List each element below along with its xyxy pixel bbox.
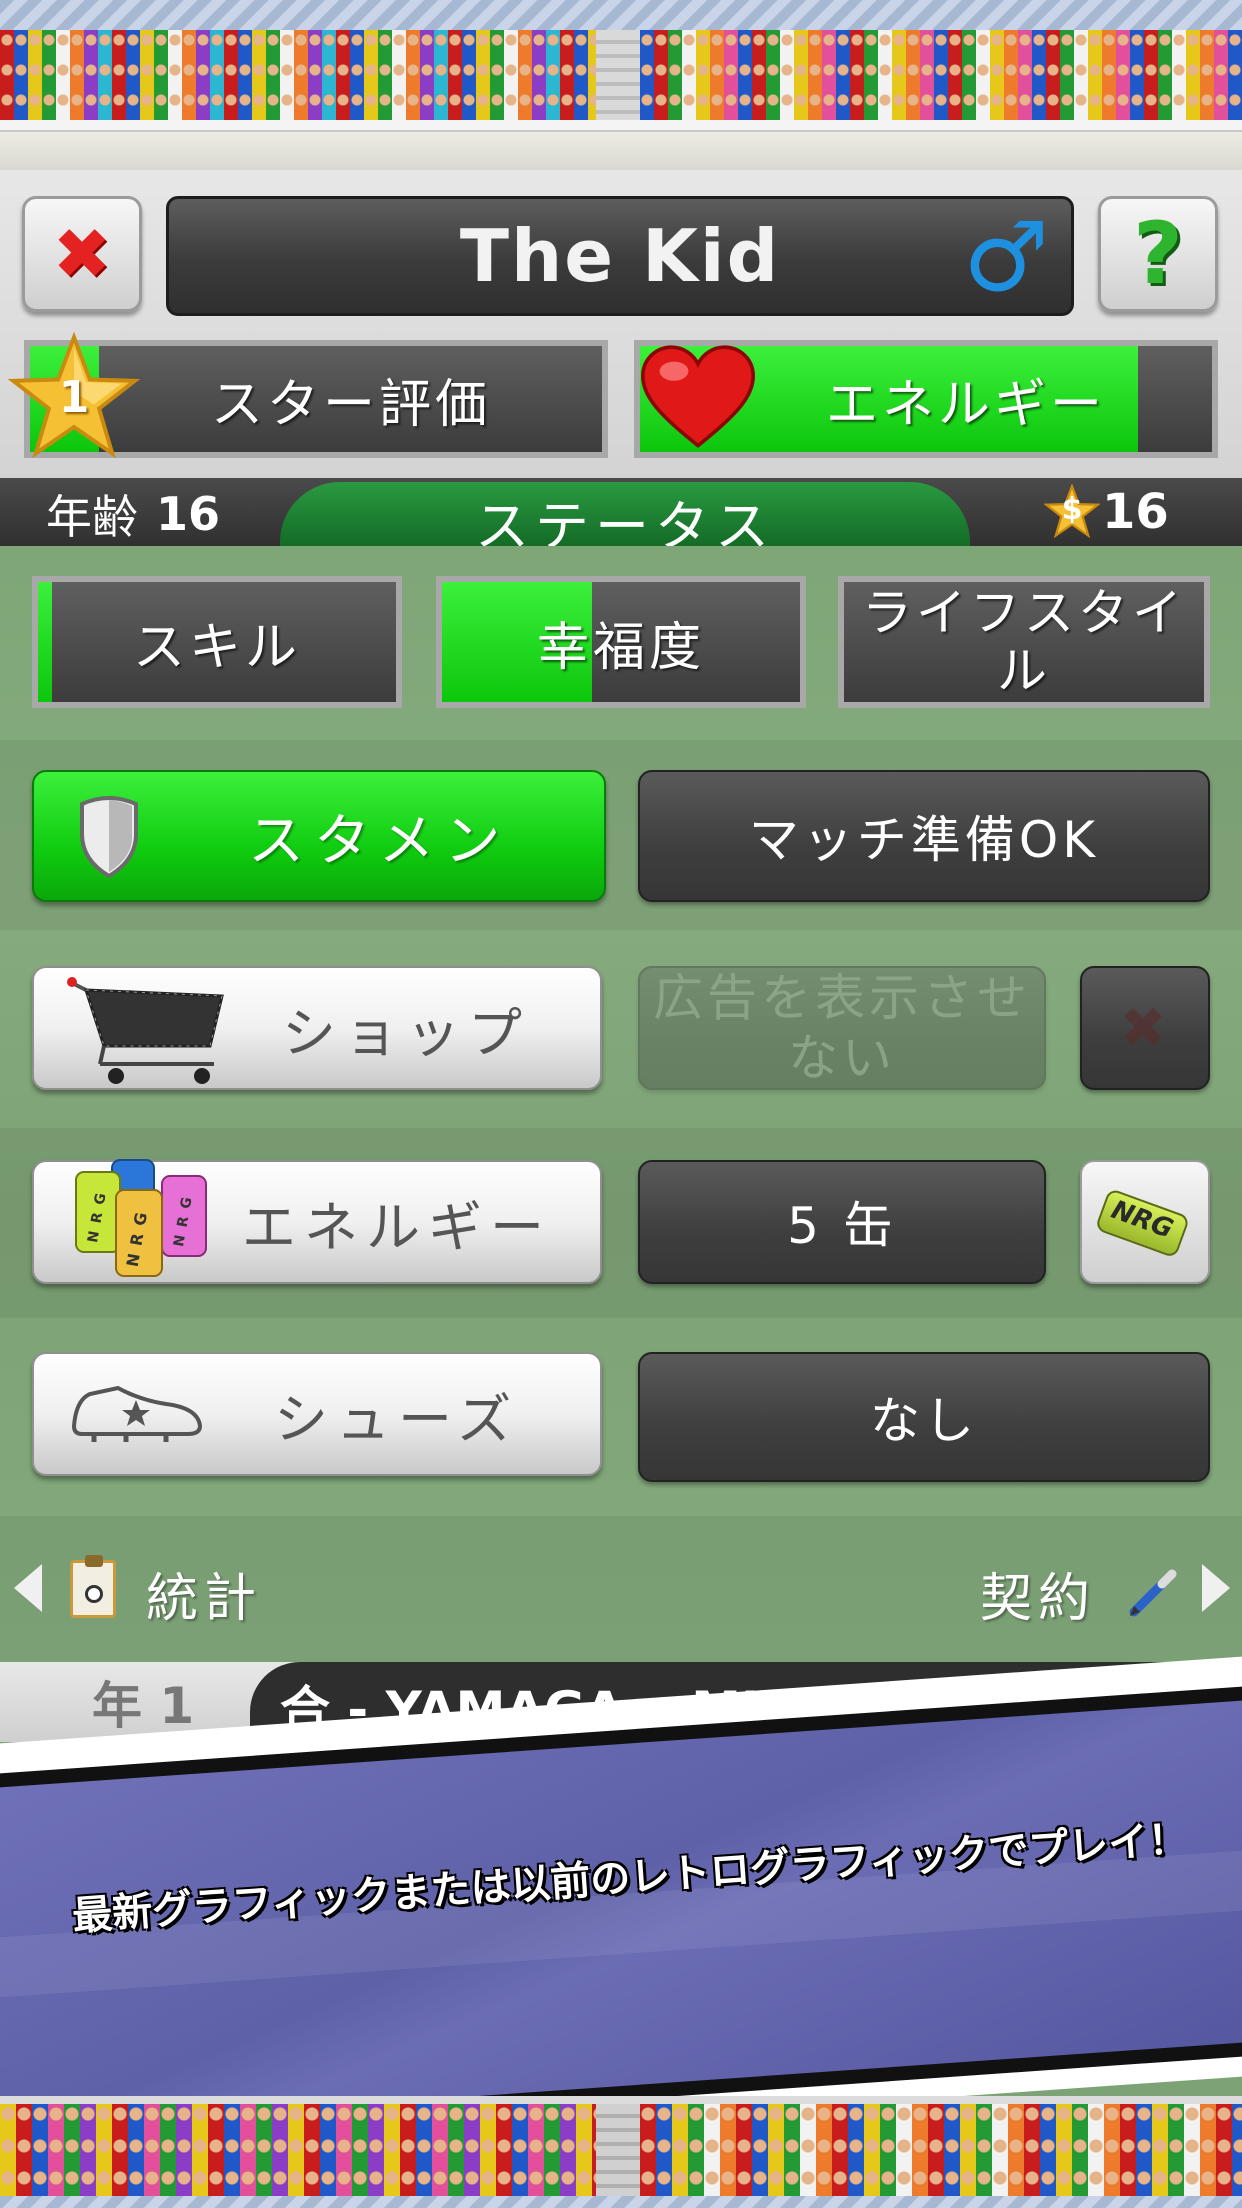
skill-meter[interactable]: スキル bbox=[32, 576, 402, 708]
starter-label: スタメン bbox=[248, 808, 511, 874]
close-icon: ✖ bbox=[1119, 995, 1171, 1061]
energy-drink-button[interactable]: NRG NRG NRG エネルギー bbox=[32, 1159, 602, 1284]
bottom-crowd-left bbox=[0, 2104, 596, 2200]
use-energy-drink-button[interactable]: NRG bbox=[1080, 1160, 1210, 1284]
shop-label: ショップ bbox=[282, 1001, 530, 1065]
energy-cans-icon: NRG NRG NRG bbox=[70, 1156, 230, 1284]
male-icon: ♂ bbox=[962, 201, 1049, 313]
match-ready-label: マッチ準備OK bbox=[748, 811, 1100, 869]
no-ads-close-button[interactable]: ✖ bbox=[1080, 966, 1210, 1090]
star-icon: 1 bbox=[7, 331, 141, 464]
lifestyle-meter-label: ライフスタイ ル bbox=[844, 582, 1204, 702]
top-crowd-roof bbox=[0, 0, 1242, 30]
energy-drink-label: エネルギー bbox=[242, 1195, 552, 1259]
energy-drink-count: 5 缶 bbox=[638, 1160, 1046, 1284]
contract-label: 契約 bbox=[980, 1568, 1097, 1629]
age-value: 16 bbox=[156, 487, 221, 541]
ticker-year: 年 1 bbox=[92, 1677, 195, 1735]
shop-button[interactable]: ショップ bbox=[32, 966, 602, 1090]
stats-link[interactable]: 統計 bbox=[146, 1558, 263, 1629]
happiness-meter-label: 幸福度 bbox=[536, 617, 705, 678]
match-ready-button[interactable]: マッチ準備OK bbox=[638, 770, 1210, 902]
top-crowd bbox=[0, 0, 1242, 170]
lifestyle-label-line2: ル bbox=[997, 642, 1051, 700]
pitch-background bbox=[0, 546, 1242, 1666]
pen-icon bbox=[1126, 1566, 1180, 1620]
starter-button[interactable]: スタメン bbox=[32, 770, 606, 902]
lifestyle-label-line1: ライフスタイ bbox=[862, 584, 1186, 642]
lifestyle-meter[interactable]: ライフスタイ ル bbox=[838, 576, 1210, 708]
energy-drink-count-value: 5 缶 bbox=[787, 1197, 897, 1255]
shoes-value: なし bbox=[870, 1392, 978, 1450]
tab-status[interactable]: ステータス bbox=[280, 482, 970, 558]
star-coin-icon: $ bbox=[1043, 483, 1101, 540]
clipboard-icon bbox=[70, 1555, 116, 1618]
prev-arrow-button[interactable] bbox=[14, 1564, 42, 1612]
top-crowd-rail bbox=[0, 120, 1242, 132]
top-separator bbox=[0, 132, 1242, 170]
football-boot-icon bbox=[70, 1380, 206, 1450]
shopping-cart-icon bbox=[64, 976, 234, 1086]
money-symbol: $ bbox=[1061, 492, 1083, 527]
shoes-label: シューズ bbox=[274, 1387, 520, 1451]
stats-label: 統計 bbox=[146, 1568, 263, 1629]
star-rating-value: 1 bbox=[58, 372, 90, 423]
close-button[interactable]: ✖ bbox=[22, 196, 142, 312]
next-arrow-button[interactable] bbox=[1202, 1564, 1230, 1612]
money-display: $ 16 bbox=[1043, 478, 1169, 546]
happiness-meter[interactable]: 幸福度 bbox=[436, 576, 806, 708]
top-crowd-left bbox=[0, 30, 596, 120]
top-crowd-aisle bbox=[596, 30, 640, 120]
heart-icon bbox=[638, 340, 758, 460]
energy-can-icon: NRG bbox=[1092, 1178, 1197, 1265]
help-button[interactable]: ? bbox=[1098, 196, 1218, 312]
player-name: The Kid bbox=[459, 214, 781, 298]
no-ads-button[interactable]: 広告を表示させ ない bbox=[638, 966, 1046, 1090]
no-ads-label-line1: 広告を表示させ bbox=[653, 969, 1031, 1027]
shoes-button[interactable]: シューズ bbox=[32, 1352, 602, 1476]
age-text: 年齢 16 bbox=[46, 484, 220, 544]
help-icon: ? bbox=[1133, 204, 1183, 304]
shoes-value-panel: なし bbox=[638, 1352, 1210, 1482]
contract-link[interactable]: 契約 bbox=[980, 1558, 1097, 1629]
bottom-crowd-roof bbox=[0, 2196, 1242, 2208]
skill-meter-label: スキル bbox=[132, 617, 301, 678]
bottom-crowd-aisle bbox=[596, 2104, 640, 2200]
no-ads-label-line2: ない bbox=[788, 1029, 896, 1087]
money-value: 16 bbox=[1102, 484, 1169, 540]
bottom-crowd-right bbox=[640, 2104, 1242, 2200]
age-label: 年齢 bbox=[46, 490, 138, 544]
close-icon: ✖ bbox=[52, 213, 112, 295]
player-name-panel: The Kid ♂ bbox=[166, 196, 1074, 316]
shield-icon bbox=[78, 794, 140, 879]
bottom-crowd bbox=[0, 2096, 1242, 2208]
top-crowd-right bbox=[640, 30, 1242, 120]
